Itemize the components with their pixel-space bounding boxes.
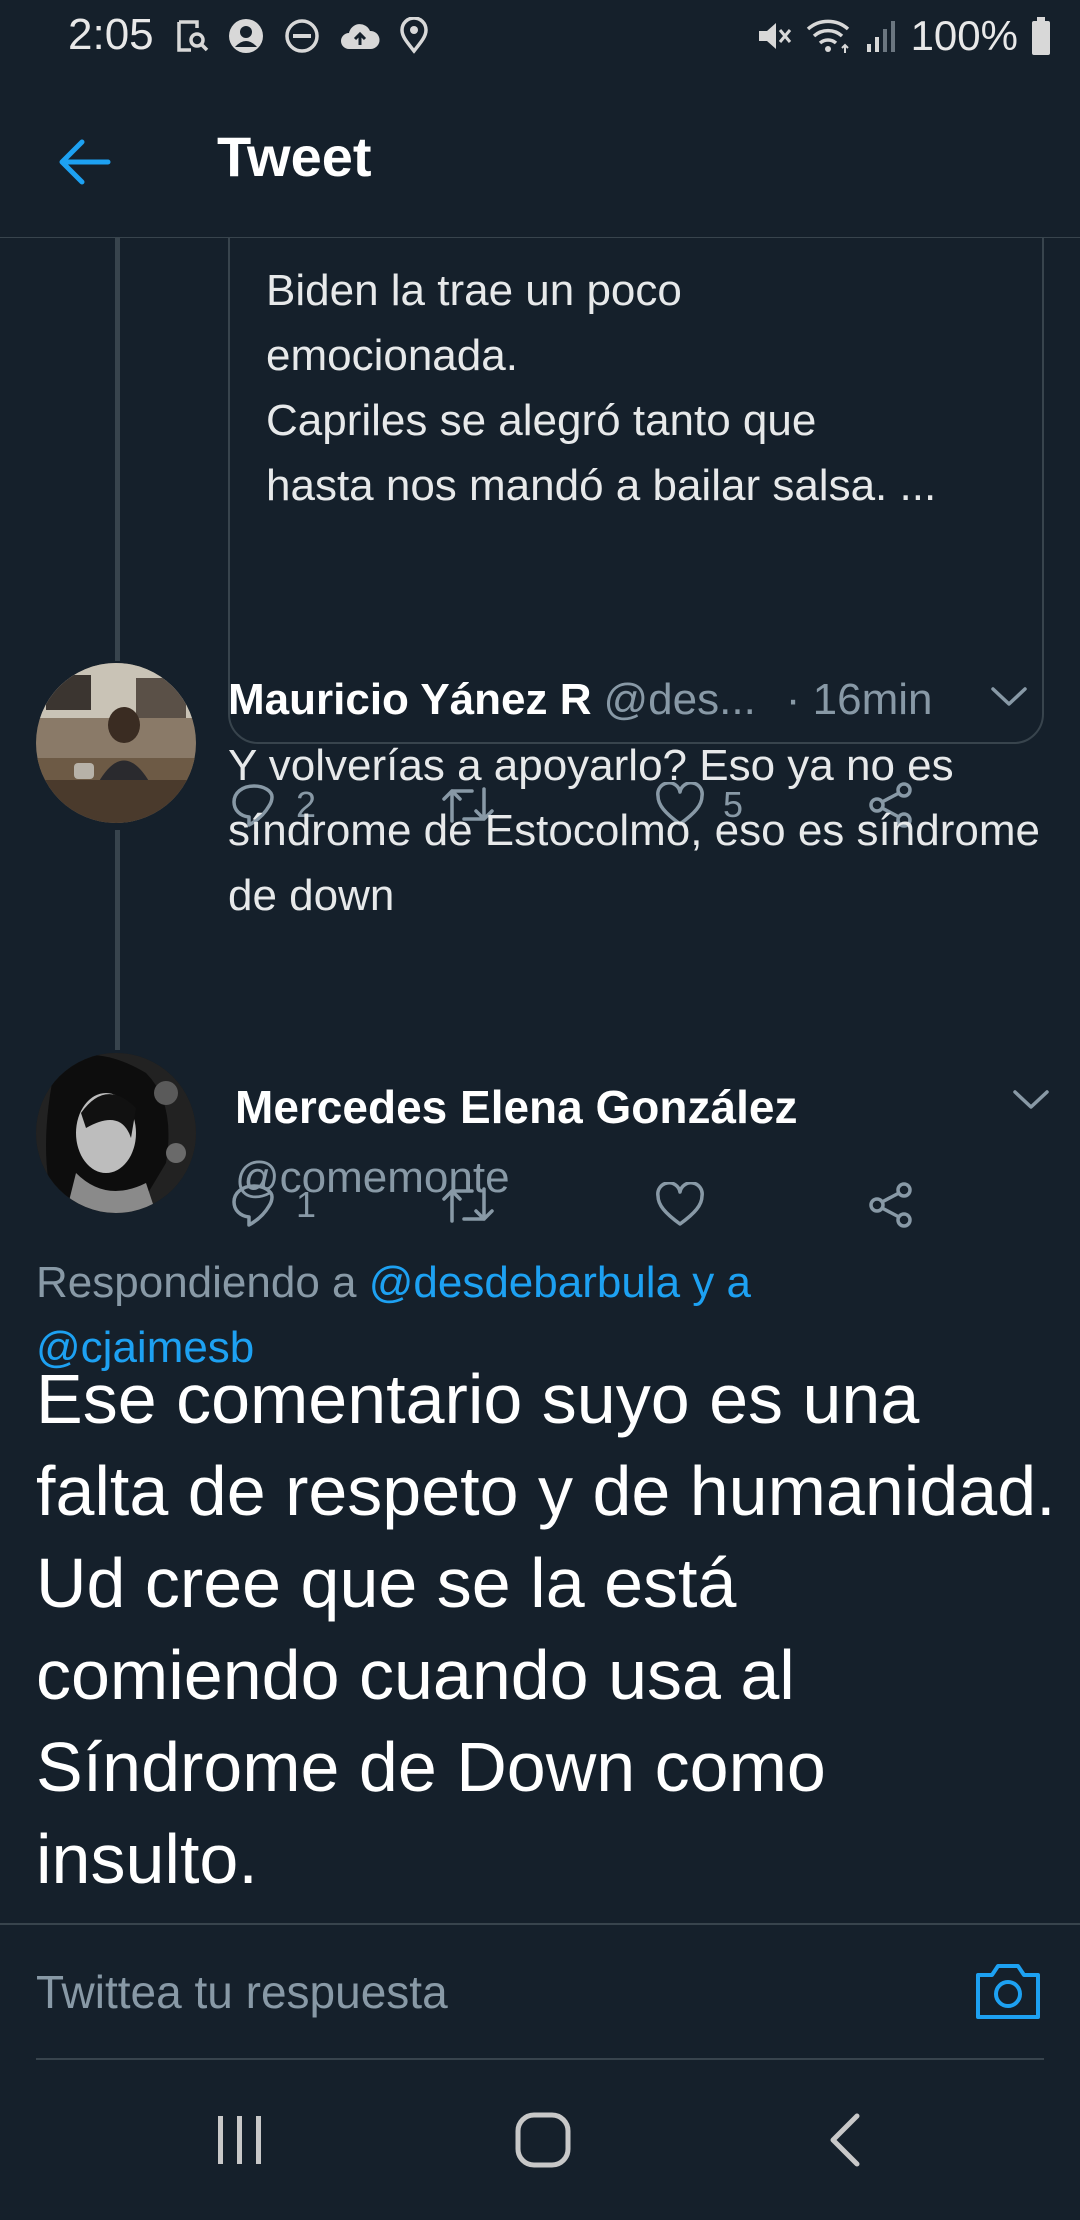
status-icons-left — [175, 14, 429, 58]
chevron-down-icon — [991, 687, 1027, 706]
tweet-thread[interactable]: Biden la trae un poco emocionada. Capril… — [0, 238, 1080, 1923]
app-header: Tweet — [0, 72, 1080, 238]
back-nav-button[interactable] — [800, 2100, 890, 2180]
camera-button[interactable] — [972, 1957, 1044, 2023]
thread-line — [115, 238, 120, 661]
wifi-icon — [806, 19, 849, 53]
replying-to-label: Respondiendo a — [36, 1258, 357, 1307]
battery-percent: 100% — [910, 12, 1018, 59]
page-title: Tweet — [217, 125, 372, 188]
home-icon — [515, 2112, 571, 2168]
chevron-down-icon — [1013, 1090, 1049, 1109]
reply-compose-bar[interactable]: Twittea tu respuesta — [0, 1923, 1080, 2060]
main-tweet-text: Ese comentario suyo es una falta de resp… — [36, 1360, 1056, 1898]
system-nav-bar — [0, 2060, 1080, 2220]
reply-tweet-text: Y volverías a apoyarlo? Eso ya no es sín… — [228, 741, 1040, 920]
account-icon — [229, 19, 263, 53]
mention-link[interactable]: @desdebarbula y a — [369, 1258, 751, 1307]
signal-icon — [866, 21, 895, 52]
status-icons-right: 100% — [755, 10, 1052, 62]
quoted-text-line: Biden la trae un poco — [266, 266, 682, 315]
tweet-time: · 16min — [785, 675, 933, 724]
recents-icon — [218, 2116, 261, 2164]
screen: 2:05 100% Tweet Biden la trae un poco em… — [0, 0, 1080, 2220]
back-button[interactable] — [44, 122, 124, 202]
quoted-tweet-text: Biden la trae un poco emocionada. Capril… — [266, 258, 1026, 518]
camera-icon — [976, 1964, 1040, 2019]
status-bar: 2:05 100% — [0, 0, 1080, 72]
author-handle[interactable]: @des... — [604, 675, 756, 725]
avatar[interactable] — [36, 1053, 196, 1213]
reply-input[interactable]: Twittea tu respuesta — [36, 1965, 448, 2019]
recents-button[interactable] — [195, 2100, 285, 2180]
battery-icon — [1032, 17, 1050, 55]
reply-tweet-header: Mauricio Yánez R @des... · 16min — [228, 675, 1048, 735]
avatar-photo — [36, 1053, 196, 1213]
avatar-photo — [36, 663, 196, 823]
main-tweet[interactable]: Mercedes Elena González @comemonte Respo… — [0, 1053, 1080, 1923]
arrow-left-icon — [59, 139, 111, 185]
quoted-text-line: hasta nos mandó a bailar salsa. ... — [266, 461, 937, 510]
author-handle[interactable]: @comemonte — [235, 1153, 510, 1203]
reply-tweet[interactable]: Mauricio Yánez R @des... · 16min Y volve… — [0, 653, 1080, 1013]
avatar[interactable] — [36, 663, 196, 823]
tweet-menu-button[interactable] — [1012, 1088, 1050, 1117]
status-time: 2:05 — [68, 10, 154, 59]
quoted-text-line: emocionada. — [266, 331, 518, 380]
location-icon — [400, 17, 428, 54]
quoted-text-line: Capriles se alegró tanto que — [266, 396, 817, 445]
home-button[interactable] — [498, 2100, 588, 2180]
mute-icon — [758, 23, 791, 49]
screenshot-icon — [177, 20, 209, 52]
tweet-menu-button[interactable] — [990, 685, 1028, 714]
author-name[interactable]: Mauricio Yánez R — [228, 675, 592, 725]
back-icon — [830, 2113, 860, 2167]
do-not-disturb-icon — [285, 19, 319, 53]
author-name[interactable]: Mercedes Elena González — [235, 1080, 797, 1134]
cloud-upload-icon — [341, 24, 380, 49]
